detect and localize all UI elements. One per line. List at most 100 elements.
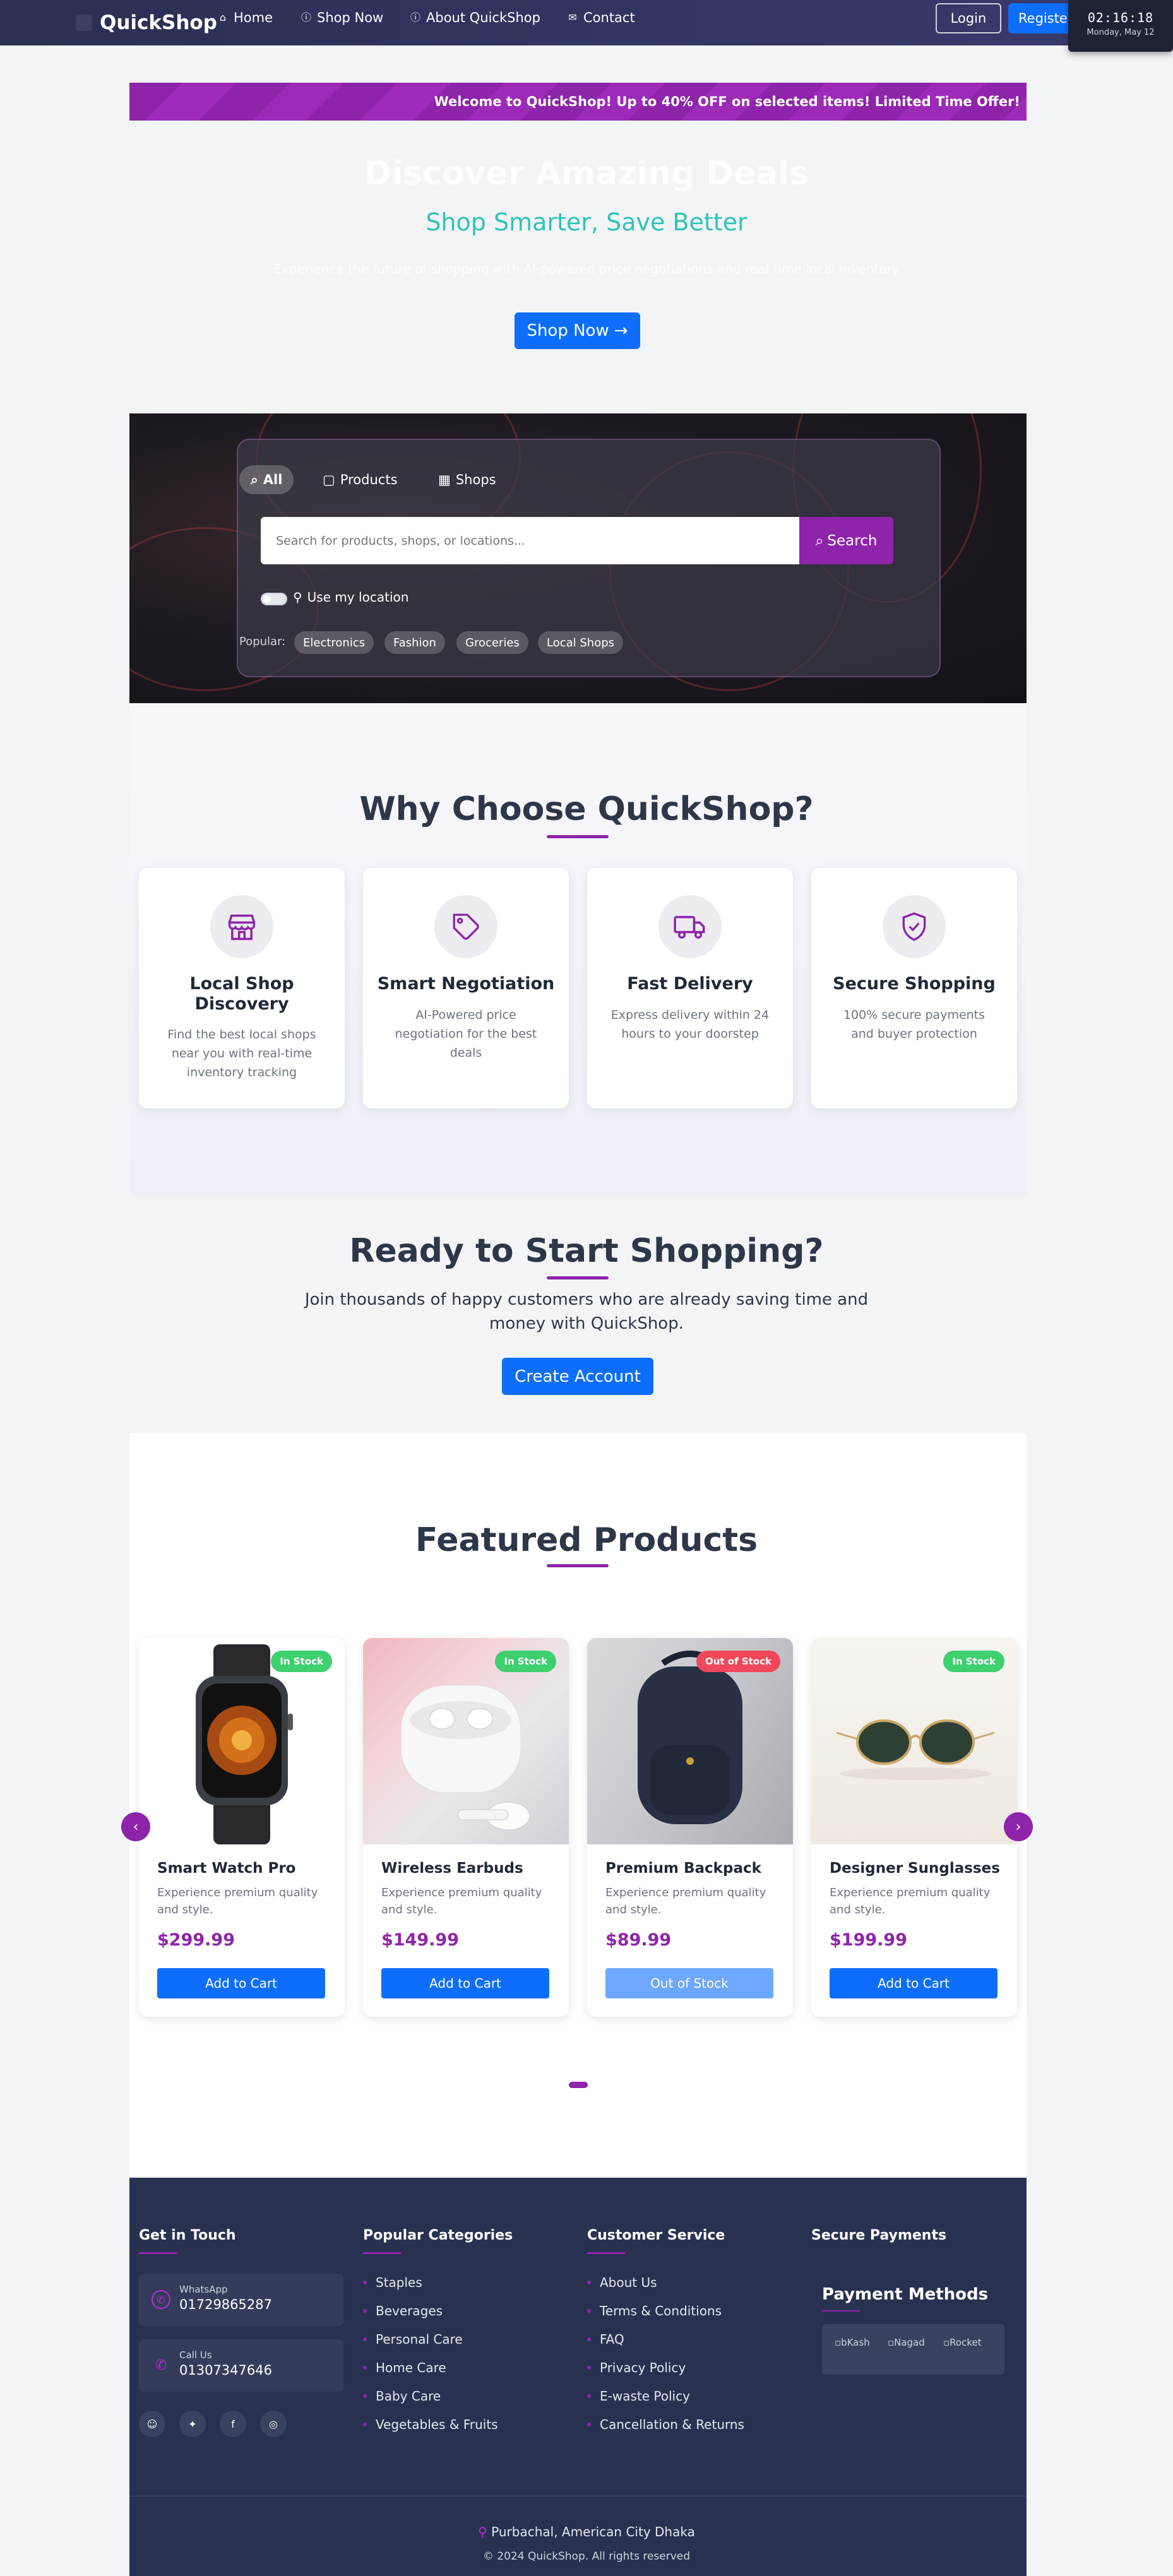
add-to-cart-button[interactable]: Add to Cart: [830, 1968, 997, 1998]
product-desc: Experience premium quality and style.: [381, 1886, 542, 1916]
category-link[interactable]: Baby Care: [363, 2389, 441, 2404]
hero-shop-now-button[interactable]: Shop Now →: [515, 312, 640, 349]
whatsapp-label: WhatsApp: [179, 2284, 228, 2295]
stock-badge: In Stock: [271, 1651, 332, 1672]
product-card[interactable]: In Stock Designer Sunglasses Experience …: [811, 1638, 1017, 2017]
popular-chip[interactable]: Electronics: [294, 631, 374, 654]
tab-shops[interactable]: ▦ Shops: [427, 465, 508, 494]
search-button[interactable]: ⌕ Search: [799, 517, 893, 564]
carousel-prev-button[interactable]: ‹: [121, 1812, 150, 1841]
product-price: $89.99: [605, 1930, 672, 1950]
product-desc: Experience premium quality and style.: [605, 1886, 766, 1916]
map-pin-icon: ⚲: [478, 2524, 487, 2539]
payment-logo: ▫Nagad: [888, 2337, 927, 2362]
product-card[interactable]: Out of Stock Premium Backpack Experience…: [587, 1638, 793, 2017]
feature-title: Secure Shopping: [833, 974, 996, 994]
mail-icon: ✉: [568, 11, 577, 23]
category-link[interactable]: Staples: [363, 2275, 422, 2290]
stock-badge: Out of Stock: [696, 1651, 780, 1672]
nav-contact-label: Contact: [583, 10, 635, 25]
facebook-icon[interactable]: f: [220, 2411, 246, 2437]
service-link[interactable]: FAQ: [587, 2332, 624, 2347]
category-link[interactable]: Personal Care: [363, 2332, 463, 2347]
location-label[interactable]: ⚲ Use my location: [293, 590, 408, 605]
footer-secure-title: Secure Payments: [811, 2228, 947, 2243]
category-link[interactable]: Vegetables & Fruits: [363, 2417, 498, 2432]
feature-desc: Express delivery within 24 hours to your…: [610, 1008, 770, 1041]
brand-name: QuickShop: [100, 11, 217, 34]
payment-methods-title: Payment Methods: [822, 2285, 989, 2304]
category-link[interactable]: Home Care: [363, 2360, 446, 2375]
nav-shop-now-label: Shop Now: [317, 10, 384, 25]
product-card[interactable]: In Stock Wireless Earbuds Experience pre…: [363, 1638, 569, 2017]
product-desc: Experience premium quality and style.: [157, 1886, 318, 1916]
search-input[interactable]: [261, 517, 799, 564]
why-title-underline: [547, 835, 609, 838]
nav-shop-now[interactable]: ⓘ Shop Now: [301, 10, 383, 25]
hero-subtitle: Shop Smarter, Save Better: [426, 208, 747, 236]
footer-service-title: Customer Service: [587, 2228, 725, 2243]
product-name: Smart Watch Pro: [157, 1860, 296, 1877]
add-to-cart-button[interactable]: Add to Cart: [381, 1968, 549, 1998]
create-account-button[interactable]: Create Account: [502, 1358, 653, 1395]
carousel-indicator[interactable]: [569, 2082, 588, 2088]
out-of-stock-button: Out of Stock: [605, 1968, 773, 1998]
payment-alt-text: Rocket: [950, 2337, 982, 2348]
broken-image-icon: ▫: [943, 2337, 950, 2348]
info-icon: ⓘ: [410, 11, 420, 23]
products-title: Featured Products: [415, 1521, 758, 1559]
popular-chip[interactable]: Groceries: [456, 631, 528, 654]
clock-date: Monday, May 12: [1087, 28, 1155, 37]
instagram-icon[interactable]: ◎: [260, 2411, 287, 2437]
service-link[interactable]: Terms & Conditions: [587, 2303, 722, 2318]
tag-icon: [434, 895, 497, 958]
hero-title: Discover Amazing Deals: [364, 155, 809, 193]
top-navbar: QuickShop ⌂ Home ⓘ Shop Now ⓘ About Quic…: [0, 0, 1173, 45]
service-link[interactable]: E-waste Policy: [587, 2389, 690, 2404]
nav-home[interactable]: ⌂ Home: [217, 10, 273, 25]
promo-banner: Welcome to QuickShop! Up to 40% OFF on s…: [129, 83, 1027, 121]
login-button[interactable]: Login: [936, 3, 1001, 33]
nav-about-label: About QuickShop: [426, 10, 540, 25]
popular-label: Popular:: [239, 635, 286, 648]
footer-heading-underline: [139, 2252, 177, 2254]
product-price: $149.99: [381, 1930, 459, 1950]
twitter-icon[interactable]: ✦: [179, 2411, 206, 2437]
call-contact[interactable]: ✆ Call Us 01307347646: [139, 2339, 343, 2392]
product-desc: Experience premium quality and style.: [830, 1886, 991, 1916]
snapchat-icon[interactable]: ☺: [139, 2411, 165, 2437]
popular-chip[interactable]: Local Shops: [538, 631, 624, 654]
nav-contact[interactable]: ✉ Contact: [567, 10, 635, 25]
nav-about[interactable]: ⓘ About QuickShop: [410, 10, 540, 25]
service-link[interactable]: Cancellation & Returns: [587, 2417, 744, 2432]
shield-check-icon: [883, 895, 946, 958]
broken-image-icon: ▫: [888, 2337, 895, 2348]
brand-link[interactable]: QuickShop: [76, 11, 217, 34]
service-link[interactable]: About Us: [587, 2275, 657, 2290]
hero-description: Experience the future of shopping with A…: [273, 261, 900, 276]
ready-title: Ready to Start Shopping?: [349, 1232, 824, 1270]
tab-products[interactable]: ▢ Products: [311, 465, 409, 494]
whatsapp-contact[interactable]: ✆ WhatsApp 01729865287: [139, 2274, 343, 2326]
tab-all[interactable]: ⌕ All: [239, 465, 294, 494]
call-number: 01307347646: [179, 2363, 272, 2378]
popular-chip[interactable]: Fashion: [384, 631, 445, 654]
feature-desc: 100% secure payments and buyer protectio…: [843, 1008, 985, 1041]
service-link[interactable]: Privacy Policy: [587, 2360, 686, 2375]
category-link[interactable]: Beverages: [363, 2303, 443, 2318]
footer-heading-underline: [587, 2252, 625, 2254]
truck-icon: [658, 895, 722, 958]
location-toggle[interactable]: [261, 593, 287, 605]
add-to-cart-button[interactable]: Add to Cart: [157, 1968, 325, 1998]
payment-underline: [822, 2310, 860, 2312]
carousel-next-button[interactable]: ›: [1004, 1812, 1033, 1841]
product-name: Wireless Earbuds: [381, 1860, 523, 1877]
store-icon: ▦: [438, 472, 451, 487]
product-price: $299.99: [157, 1930, 235, 1950]
map-pin-icon: ⚲: [293, 590, 302, 605]
box-icon: ▢: [323, 472, 335, 487]
product-card[interactable]: In Stock Smart Watch Pro Experience prem…: [139, 1638, 345, 2017]
search-icon: ⌕: [815, 532, 824, 549]
ready-description: Join thousands of happy customers who ar…: [304, 1290, 869, 1333]
products-title-underline: [547, 1564, 609, 1567]
